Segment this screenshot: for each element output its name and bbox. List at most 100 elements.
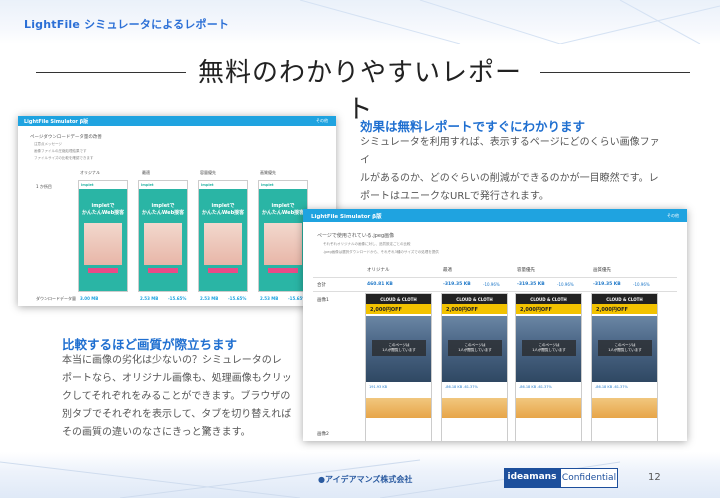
app-bar-right: その他 bbox=[667, 213, 679, 218]
page-number: 12 bbox=[648, 472, 661, 483]
thumb-photo bbox=[144, 223, 182, 265]
thumb-text: で bbox=[229, 203, 235, 209]
card-msg: 1人が閲覧しています bbox=[532, 348, 566, 352]
card-photo: このページは 1人が閲覧しています bbox=[592, 316, 657, 382]
report-screenshot-1: LightFile Simulator β版 その他 ページダウンロードデータ量… bbox=[18, 116, 336, 306]
app-title: LightFile Simulator β版 bbox=[24, 119, 89, 125]
note-line: 注意点メッセージ bbox=[34, 142, 62, 146]
card-bar: CLOUD & CLOTH bbox=[366, 294, 431, 304]
card-offer: 2,000円OFF bbox=[516, 304, 581, 314]
thumb-text: implet bbox=[151, 203, 170, 209]
thumb-button bbox=[148, 268, 178, 273]
thumb-text: implet bbox=[211, 203, 230, 209]
card-pct-value: -61.37% bbox=[537, 385, 552, 389]
thumb-text: かんたんWeb接客 bbox=[201, 210, 245, 216]
page-thumbnail[interactable]: implet impletで かんたんWeb接客 bbox=[78, 180, 128, 292]
page-title: 無料のわかりやすいレポート bbox=[197, 58, 522, 125]
body-line: 別タブでそれぞれを表示して、タブを切り替えれば bbox=[62, 409, 292, 420]
row-label: 合計 bbox=[317, 283, 326, 288]
thumb-text: かんたんWeb接客 bbox=[81, 210, 125, 216]
title-rule-right bbox=[540, 72, 690, 73]
section-body-left: 本当に画像の劣化は少ないの？シミュレータのレ ポートなら、オリジナル画像も、処理… bbox=[62, 352, 292, 442]
body-line: シミュレータを利用すれば、表示するページにどのくらい画像ファイ bbox=[360, 137, 660, 166]
body-line: その画質の違いのなさにきっと驚きます。 bbox=[62, 427, 251, 438]
card-size-value: -86.18 KB bbox=[445, 385, 463, 389]
card-offer: 2,000円OFF bbox=[442, 304, 507, 314]
thumb-text: で bbox=[289, 203, 295, 209]
note-line: 画像ファイルの圧縮処理結果です bbox=[34, 149, 87, 153]
body-line: ルがあるのか、どのぐらいの削減ができるのかが一目瞭然です。レ bbox=[360, 173, 659, 184]
page-thumbnail[interactable]: implet impletで かんたんWeb接客 bbox=[138, 180, 188, 292]
body-line: ポートはユニークなURLで発行されます。 bbox=[360, 191, 549, 202]
card-photo-2 bbox=[442, 398, 507, 418]
page-thumbnail[interactable]: implet impletで かんたんWeb接客 bbox=[198, 180, 248, 292]
thumb-text: で bbox=[169, 203, 175, 209]
pct-value: -10.96% bbox=[483, 282, 500, 287]
card-pct-value: -61.37% bbox=[463, 385, 478, 389]
thumb-button bbox=[208, 268, 238, 273]
size-value: -319.35 KB bbox=[593, 282, 621, 287]
brand-badge: ideamans bbox=[504, 468, 560, 488]
size-value: 3.00 MB bbox=[80, 296, 99, 301]
row-label: 1 か所目 bbox=[36, 184, 52, 189]
note-line: ファイルサイズの比較を確認できます bbox=[34, 156, 94, 160]
column-header: 容量優先 bbox=[200, 170, 216, 175]
card-offer: 2,000円OFF bbox=[592, 304, 657, 314]
thumb-brand: implet bbox=[79, 181, 127, 189]
title-rule-left bbox=[36, 72, 186, 73]
column-header: 画質優先 bbox=[593, 268, 611, 273]
image-card[interactable]: CLOUD & CLOTH 2,000円OFF このページは 1人が閲覧しています… bbox=[591, 293, 658, 441]
card-size-value: -86.18 KB bbox=[519, 385, 537, 389]
note-line: それぞれオリジナルの画像に対し、品質設定ごとの比較 bbox=[323, 242, 411, 246]
table-divider bbox=[313, 291, 677, 292]
card-size-value: -86.18 KB bbox=[595, 385, 613, 389]
column-header: オリジナル bbox=[80, 170, 100, 175]
card-msg: 1人が閲覧しています bbox=[458, 348, 492, 352]
image-card[interactable]: CLOUD & CLOTH 2,000円OFF このページは 1人が閲覧しています… bbox=[515, 293, 582, 441]
pct-value: -15.65% bbox=[228, 296, 247, 301]
section-body-right: シミュレータを利用すれば、表示するページにどのくらい画像ファイ ルがあるのか、ど… bbox=[360, 134, 660, 206]
card-photo-2 bbox=[366, 398, 431, 418]
app-title: LightFile Simulator β版 bbox=[311, 214, 382, 220]
body-line: ポートなら、オリジナル画像も、処理画像もクリッ bbox=[62, 373, 292, 384]
section-heading-left: 比較するほど画質が際立ちます bbox=[62, 337, 238, 352]
body-line: 本当に画像の劣化は少ないの？シミュレータのレ bbox=[62, 355, 282, 366]
pct-value: -10.96% bbox=[633, 282, 650, 287]
size-value: 2.53 MB bbox=[200, 296, 219, 301]
note-line: .jpeg画像は選択ダウンロードから、それぞれ3種のサイズでの処理を提供 bbox=[323, 250, 439, 254]
card-size: -86.18 KB -61.37% bbox=[592, 382, 657, 392]
page-thumbnail[interactable]: implet impletで かんたんWeb接客 bbox=[258, 180, 308, 292]
image-card[interactable]: CLOUD & CLOTH 2,000円OFF このページは 1人が閲覧しています… bbox=[441, 293, 508, 441]
row-label: ダウンロードデータ量 bbox=[36, 296, 76, 301]
column-header: オリジナル bbox=[367, 268, 390, 273]
card-bar: CLOUD & CLOTH bbox=[442, 294, 507, 304]
card-photo-2 bbox=[592, 398, 657, 418]
thumb-text: かんたんWeb接客 bbox=[141, 210, 185, 216]
card-photo: このページは 1人が閲覧しています bbox=[516, 316, 581, 382]
row-label: 画像2 bbox=[317, 432, 329, 437]
column-header: 最適 bbox=[142, 170, 150, 175]
thumb-text: implet bbox=[271, 203, 290, 209]
image-card[interactable]: CLOUD & CLOTH 2,000円OFF このページは 1人が閲覧しています… bbox=[365, 293, 432, 441]
section-heading-right: 効果は無料レポートですぐにわかります bbox=[360, 119, 586, 134]
card-photo: このページは 1人が閲覧しています bbox=[366, 316, 431, 382]
column-header: 最適 bbox=[443, 268, 452, 273]
card-bar: CLOUD & CLOTH bbox=[516, 294, 581, 304]
size-value: 2.53 MB bbox=[140, 296, 159, 301]
size-value: -319.35 KB bbox=[517, 282, 545, 287]
pct-value: -15.65% bbox=[168, 296, 187, 301]
card-photo: このページは 1人が閲覧しています bbox=[442, 316, 507, 382]
column-header: 容量優先 bbox=[517, 268, 535, 273]
confidential-badge: Confidential bbox=[560, 468, 618, 488]
card-pct-value: -61.37% bbox=[613, 385, 628, 389]
thumb-button bbox=[88, 268, 118, 273]
thumb-text: implet bbox=[91, 203, 110, 209]
thumb-photo bbox=[204, 223, 242, 265]
thumb-photo bbox=[84, 223, 122, 265]
card-bar: CLOUD & CLOTH bbox=[592, 294, 657, 304]
column-header: 画質優先 bbox=[260, 170, 276, 175]
thumb-text: で bbox=[109, 203, 115, 209]
card-size: -86.18 KB -61.37% bbox=[516, 382, 581, 392]
company-logo: ●アイデアマンズ株式会社 bbox=[318, 475, 413, 484]
report-heading: ページで使用されている.jpeg画像 bbox=[317, 233, 395, 239]
